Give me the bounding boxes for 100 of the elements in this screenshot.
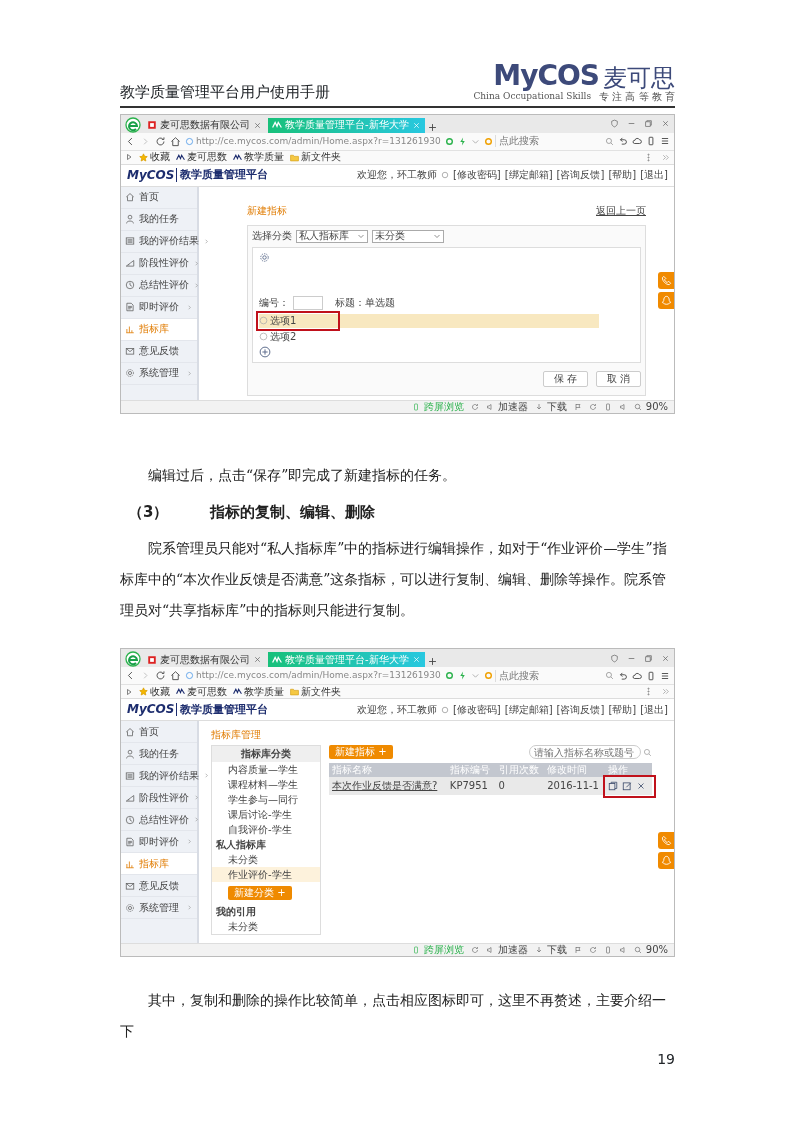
- bookmark[interactable]: 收藏: [139, 685, 170, 698]
- browser-logo-icon[interactable]: [125, 651, 141, 667]
- more-icon[interactable]: [644, 152, 653, 162]
- undo-icon[interactable]: [618, 136, 628, 146]
- shield-icon[interactable]: [610, 119, 619, 128]
- search-field[interactable]: 点此搜索: [494, 669, 601, 682]
- back-link[interactable]: 返回上一页: [596, 204, 646, 217]
- sidebar-item[interactable]: 我的评价结果: [121, 765, 197, 787]
- add-icon[interactable]: [259, 345, 271, 358]
- status-item[interactable]: 下载: [534, 400, 567, 413]
- speaker-icon[interactable]: [618, 946, 627, 954]
- select-field[interactable]: 未分类: [372, 229, 444, 243]
- refresh-icon[interactable]: [588, 946, 597, 954]
- sidebar-item[interactable]: 阶段性评价: [121, 787, 197, 809]
- search-icon[interactable]: [605, 136, 614, 146]
- settings-icon[interactable]: [259, 252, 270, 263]
- header-link[interactable]: [咨询反馈]: [556, 703, 605, 716]
- play-icon[interactable]: [125, 153, 133, 161]
- home-icon[interactable]: [170, 135, 181, 147]
- radio-button[interactable]: [259, 316, 268, 325]
- refresh-icon[interactable]: [470, 402, 479, 411]
- category-item[interactable]: 课后讨论-学生: [212, 807, 320, 822]
- restore-icon[interactable]: [644, 119, 653, 128]
- category-item[interactable]: 自我评价-学生: [212, 822, 320, 837]
- sidebar-item[interactable]: 总结性评价: [121, 274, 197, 297]
- refresh-icon[interactable]: [588, 402, 597, 411]
- cloud-icon[interactable]: [632, 136, 642, 146]
- sidebar-item[interactable]: 我的任务: [121, 743, 197, 765]
- edit-icon[interactable]: [622, 781, 633, 791]
- phone-icon[interactable]: [603, 402, 612, 411]
- chat-button[interactable]: [658, 852, 674, 869]
- phone-icon[interactable]: [603, 946, 612, 954]
- bookmark[interactable]: 新文件夹: [290, 685, 341, 698]
- menu-icon[interactable]: [660, 136, 670, 146]
- flag-icon[interactable]: [573, 402, 582, 411]
- category-item[interactable]: 未分类: [212, 919, 320, 934]
- sidebar-item[interactable]: 系统管理: [121, 897, 197, 919]
- close-icon[interactable]: [411, 655, 421, 664]
- category-item[interactable]: 作业评价-学生: [212, 867, 320, 882]
- header-link[interactable]: [修改密码]: [452, 703, 501, 716]
- phone-icon[interactable]: [646, 136, 656, 146]
- reload-icon[interactable]: [155, 135, 166, 147]
- address-field[interactable]: http://ce.mycos.com/admin/Home.aspx?r=131261930: [185, 668, 441, 683]
- bookmark[interactable]: 麦可思数: [176, 685, 227, 698]
- search-icon[interactable]: [605, 671, 614, 680]
- sidebar-item[interactable]: 意见反馈: [121, 340, 197, 363]
- close-icon[interactable]: [661, 119, 670, 128]
- browser-logo-icon[interactable]: [125, 116, 141, 133]
- close-icon[interactable]: [411, 120, 421, 130]
- restore-icon[interactable]: [644, 653, 653, 663]
- option-row[interactable]: 选项2: [259, 329, 599, 344]
- close-icon[interactable]: [253, 655, 262, 664]
- refresh-icon[interactable]: [470, 946, 479, 954]
- option-row[interactable]: 选项1: [259, 313, 599, 328]
- sidebar-item[interactable]: 首页: [121, 721, 197, 743]
- header-link[interactable]: [修改密码]: [452, 169, 501, 181]
- header-link[interactable]: [退出]: [640, 169, 668, 181]
- copy-icon[interactable]: [608, 781, 619, 791]
- address-field[interactable]: http://ce.mycos.com/admin/Home.aspx?r=131261930: [185, 134, 441, 148]
- header-link[interactable]: [帮助]: [608, 703, 637, 716]
- phone-button[interactable]: [658, 832, 674, 849]
- bookmark[interactable]: 收藏: [139, 151, 170, 163]
- chevron-icon[interactable]: [661, 687, 670, 696]
- cloud-icon[interactable]: [632, 670, 642, 681]
- category-item[interactable]: 未分类: [212, 852, 320, 867]
- menu-icon[interactable]: [660, 670, 670, 681]
- category-item[interactable]: 内容质量—学生: [212, 762, 320, 777]
- ring-icon[interactable]: [444, 671, 454, 680]
- radio-button[interactable]: [259, 332, 268, 341]
- chevron-icon[interactable]: [661, 152, 670, 162]
- sidebar-item[interactable]: 我的评价结果: [121, 230, 197, 253]
- select-field[interactable]: 私人指标库: [296, 229, 368, 243]
- phone-icon[interactable]: [646, 670, 656, 681]
- phone-button[interactable]: [658, 271, 674, 289]
- number-input[interactable]: [293, 295, 323, 310]
- zoom-level[interactable]: 90%: [633, 400, 668, 413]
- sidebar-item[interactable]: 系统管理: [121, 362, 197, 385]
- bookmark[interactable]: 教学质量: [233, 685, 284, 698]
- search-field[interactable]: 请输入指标名称或题号: [529, 745, 641, 759]
- category-item[interactable]: 课程材料—学生: [212, 777, 320, 792]
- search-field[interactable]: 点此搜索: [494, 135, 601, 147]
- chat-button[interactable]: [658, 291, 674, 309]
- bookmark[interactable]: 麦可思数: [176, 151, 227, 163]
- form-button[interactable]: 取 消: [595, 370, 641, 387]
- form-button[interactable]: 保 存: [542, 370, 588, 387]
- shield-icon[interactable]: [610, 653, 619, 663]
- header-link[interactable]: [绑定邮箱]: [504, 703, 553, 716]
- header-link[interactable]: [咨询反馈]: [556, 169, 605, 181]
- reload-icon[interactable]: [155, 670, 166, 681]
- speaker-icon[interactable]: [618, 402, 627, 411]
- sidebar-item[interactable]: 即时评价: [121, 296, 197, 319]
- category-item[interactable]: 学生参与—同行: [212, 792, 320, 807]
- home-icon[interactable]: [170, 670, 181, 681]
- zoom-level[interactable]: 90%: [633, 944, 668, 956]
- more-icon[interactable]: [644, 687, 653, 696]
- header-link[interactable]: [绑定邮箱]: [504, 169, 553, 181]
- sidebar-item[interactable]: 总结性评价: [121, 809, 197, 831]
- close-icon[interactable]: [253, 120, 262, 130]
- header-link[interactable]: [退出]: [640, 703, 668, 716]
- dropdown-icon[interactable]: [470, 671, 480, 680]
